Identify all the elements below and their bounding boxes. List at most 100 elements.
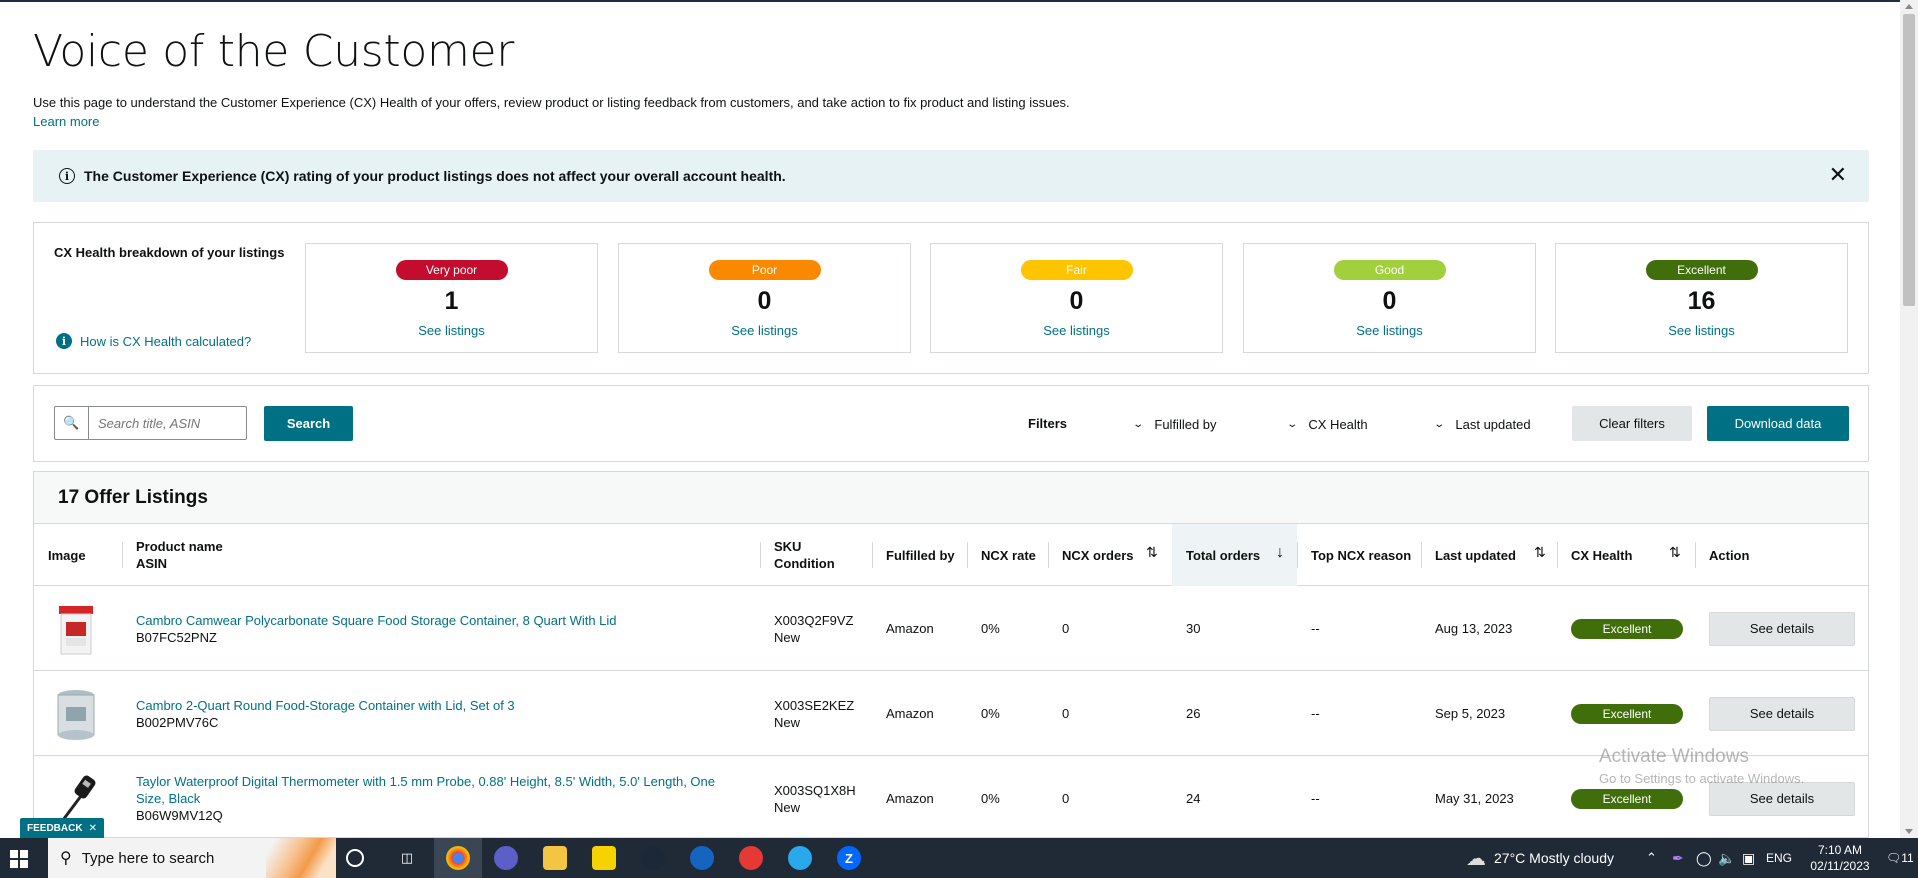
taskbar-search[interactable]: ⚲ Type here to search [48,838,336,878]
product-image [57,690,95,740]
telegram-icon[interactable] [788,846,812,870]
sticky-notes-icon[interactable] [592,846,616,870]
tray-chevron-icon[interactable]: ⌃ [1646,838,1657,878]
see-listings-link[interactable]: See listings [1244,323,1535,338]
health-pill: Very poor [395,260,508,280]
filter-bar: 🔍 Search Filters ⌄ Fulfilled by ⌄ CX Hea… [33,385,1869,462]
page-description: Use this page to understand the Customer… [33,95,1070,110]
activate-windows-watermark: Activate Windows Go to Settings to activ… [1599,746,1804,786]
health-pill: Good [1333,260,1446,280]
cx-health-badge: Excellent [1571,618,1683,639]
fulfilled-by-label: Fulfilled by [1154,417,1217,432]
ncx-rate: 0% [981,621,1000,636]
info-banner: i The Customer Experience (CX) rating of… [33,150,1869,202]
col-cx-health[interactable]: CX Health [1556,524,1632,586]
see-listings-link[interactable]: See listings [306,323,597,338]
scrollbar-thumb[interactable] [1903,14,1915,306]
download-data-button[interactable]: Download data [1707,406,1849,441]
weather-widget[interactable]: ☁ 27°C Mostly cloudy [1466,838,1614,878]
total-orders: 30 [1186,621,1201,636]
col-image: Image [48,547,86,563]
speaker-icon[interactable]: 🔈 [1718,838,1735,878]
chrome-profile-icon[interactable] [494,846,518,870]
windows-start-icon[interactable] [10,850,28,868]
info-icon: i [59,168,75,184]
see-listings-link[interactable]: See listings [1556,323,1847,338]
cx-health-dropdown[interactable]: ⌄ CX Health [1286,417,1368,432]
product-name-link[interactable]: Taylor Waterproof Digital Thermometer wi… [136,773,736,807]
fulfilled-by: Amazon [886,791,934,806]
product-image [59,606,93,655]
ncx-rate: 0% [981,791,1000,806]
last-updated-dropdown[interactable]: ⌄ Last updated [1433,417,1530,432]
condition: New [774,629,801,645]
health-count: 0 [1069,287,1084,315]
app-icon[interactable] [690,846,714,870]
display-icon[interactable]: ▣ [1742,838,1755,878]
listings-title: 17 Offer Listings [34,472,1868,524]
cortana-icon[interactable] [346,849,364,867]
info-icon: i [56,333,72,349]
fulfilled-by: Amazon [886,706,934,721]
asin: B06W9MV12Q [136,808,223,823]
search-button[interactable]: Search [264,406,353,441]
total-orders: 24 [1186,791,1201,806]
ncx-rate: 0% [981,706,1000,721]
banner-message: The Customer Experience (CX) rating of y… [84,168,786,184]
steam-icon[interactable] [641,846,665,870]
col-ncx-orders[interactable]: NCX orders [1048,524,1134,586]
see-listings-link[interactable]: See listings [619,323,910,338]
col-last-updated[interactable]: Last updated [1421,524,1516,586]
health-card-good: Good 0 See listings [1243,243,1536,353]
watermark-title: Activate Windows [1599,746,1749,767]
how-cx-calculated-link[interactable]: How is CX Health calculated? [80,334,251,349]
pen-icon[interactable]: ✒ [1672,838,1684,878]
vertical-scrollbar[interactable] [1900,0,1918,838]
app-icon-red[interactable] [739,846,763,870]
notifications-icon[interactable]: 🗨 11 [1886,838,1914,878]
see-listings-link[interactable]: See listings [931,323,1222,338]
filters-label: Filters [1028,416,1068,431]
top-border [0,0,1900,2]
file-explorer-icon[interactable] [543,846,567,870]
scroll-up-icon[interactable] [1905,4,1913,9]
zalo-icon[interactable]: Z [837,846,861,870]
health-pill: Fair [1020,260,1133,280]
see-details-button[interactable]: See details [1709,781,1855,816]
chevron-down-icon: ⌄ [1132,419,1145,430]
clock[interactable]: 7:10 AM 02/11/2023 [1800,842,1880,874]
sort-icon[interactable]: ⇅ [1534,544,1546,561]
sort-descending-icon[interactable]: ↓ [1276,544,1284,562]
feedback-button[interactable]: FEEDBACK ✕ [20,818,104,838]
taskbar-search-placeholder: Type here to search [81,849,215,867]
chrome-icon[interactable] [446,846,470,870]
fulfilled-by-dropdown[interactable]: ⌄ Fulfilled by [1132,417,1217,432]
learn-more-link[interactable]: Learn more [33,114,99,129]
sort-icon[interactable]: ⇅ [1146,544,1158,561]
windows-taskbar: ⚲ Type here to search ◫ Z ☁ 27°C Mostly … [0,838,1918,878]
health-card-very-poor: Very poor 1 See listings [305,243,598,353]
product-name-link[interactable]: Cambro 2-Quart Round Food-Storage Contai… [136,697,736,714]
close-icon[interactable]: ✕ [1829,163,1847,188]
cx-health-filter-label: CX Health [1308,417,1368,432]
search-input[interactable] [89,407,239,439]
top-ncx-reason: -- [1311,791,1320,806]
language-indicator[interactable]: ENG [1766,838,1792,878]
see-details-button[interactable]: See details [1709,611,1855,646]
network-icon[interactable]: ◯ [1696,838,1712,878]
sort-icon[interactable]: ⇅ [1669,544,1681,561]
notification-count: 11 [1901,851,1914,865]
ncx-orders: 0 [1062,706,1070,721]
cx-health-label: CX Health breakdown of your listings [54,245,285,260]
watermark-subtitle: Go to Settings to activate Windows. [1599,771,1805,786]
close-icon[interactable]: ✕ [89,823,97,834]
search-icon: ⚲ [60,850,72,867]
product-name-link[interactable]: Cambro Camwear Polycarbonate Square Food… [136,612,736,629]
task-view-icon[interactable]: ◫ [395,846,419,870]
col-sku: SKU Condition [760,524,835,586]
see-details-button[interactable]: See details [1709,696,1855,731]
clear-filters-button[interactable]: Clear filters [1572,406,1692,441]
how-cx-calculated[interactable]: i How is CX Health calculated? [56,333,251,349]
scroll-down-icon[interactable] [1905,829,1913,834]
col-ncx-rate: NCX rate [967,524,1036,586]
